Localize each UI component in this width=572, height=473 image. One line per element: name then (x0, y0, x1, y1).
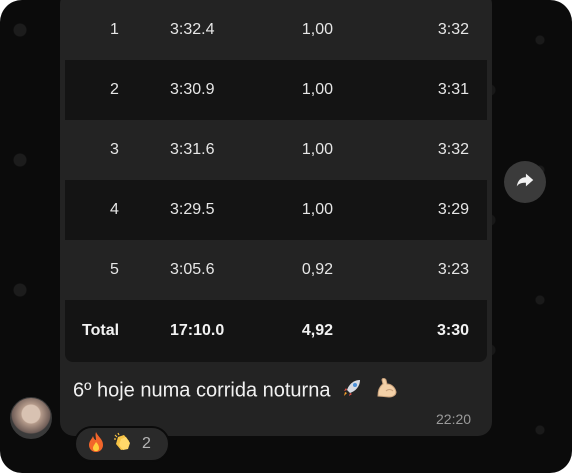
lap-distance: 1,00 (301, 21, 333, 38)
total-pace: 3:30 (436, 322, 469, 339)
forward-button[interactable] (504, 161, 546, 203)
chat-screen: 1 3:32.4 1,00 3:32 2 3:30.9 1,00 3:31 3 … (0, 0, 572, 473)
lap-pace: 3:31 (437, 81, 469, 98)
lap-number: 3 (110, 141, 119, 158)
reactions-pill[interactable]: 2 (74, 426, 170, 462)
laps-table: 1 3:32.4 1,00 3:32 2 3:30.9 1,00 3:31 3 … (65, 0, 487, 362)
user-avatar[interactable] (10, 397, 52, 439)
lap-distance: 1,00 (301, 81, 333, 98)
message-caption: 6º hoje numa corrida noturna (73, 376, 400, 406)
lap-time: 3:05.6 (170, 261, 215, 278)
table-row: 4 3:29.5 1,00 3:29 (65, 180, 487, 240)
total-label: Total (82, 322, 120, 339)
fire-emoji (86, 431, 106, 458)
clapping-hands-emoji (112, 431, 134, 458)
flexed-biceps-emoji (374, 376, 400, 406)
lap-distance: 1,00 (301, 141, 333, 158)
lap-distance: 0,92 (301, 261, 333, 278)
lap-time: 3:32.4 (170, 21, 215, 38)
table-row: 1 3:32.4 1,00 3:32 (65, 0, 487, 60)
lap-distance: 1,00 (301, 201, 333, 218)
lap-time: 3:31.6 (170, 141, 215, 158)
lap-pace: 3:29 (437, 201, 469, 218)
table-total-row: Total 17:10.0 4,92 3:30 (65, 300, 487, 362)
table-row: 2 3:30.9 1,00 3:31 (65, 60, 487, 120)
message-timestamp: 22:20 (436, 411, 472, 427)
lap-time: 3:29.5 (170, 201, 215, 218)
table-row: 3 3:31.6 1,00 3:32 (65, 120, 487, 180)
lap-number: 1 (110, 21, 119, 38)
total-time: 17:10.0 (170, 322, 225, 339)
lap-pace: 3:23 (437, 261, 469, 278)
caption-text: 6º hoje numa corrida noturna (73, 379, 331, 402)
lap-number: 5 (110, 261, 119, 278)
table-row: 5 3:05.6 0,92 3:23 (65, 240, 487, 300)
reaction-count: 2 (142, 435, 151, 452)
lap-number: 2 (110, 81, 119, 98)
lap-pace: 3:32 (437, 141, 469, 158)
lap-number: 4 (110, 201, 119, 218)
total-distance: 4,92 (301, 322, 333, 339)
lap-time: 3:30.9 (170, 81, 215, 98)
lap-pace: 3:32 (437, 21, 469, 38)
rocket-emoji (340, 376, 364, 406)
forward-arrow-icon (514, 169, 536, 196)
